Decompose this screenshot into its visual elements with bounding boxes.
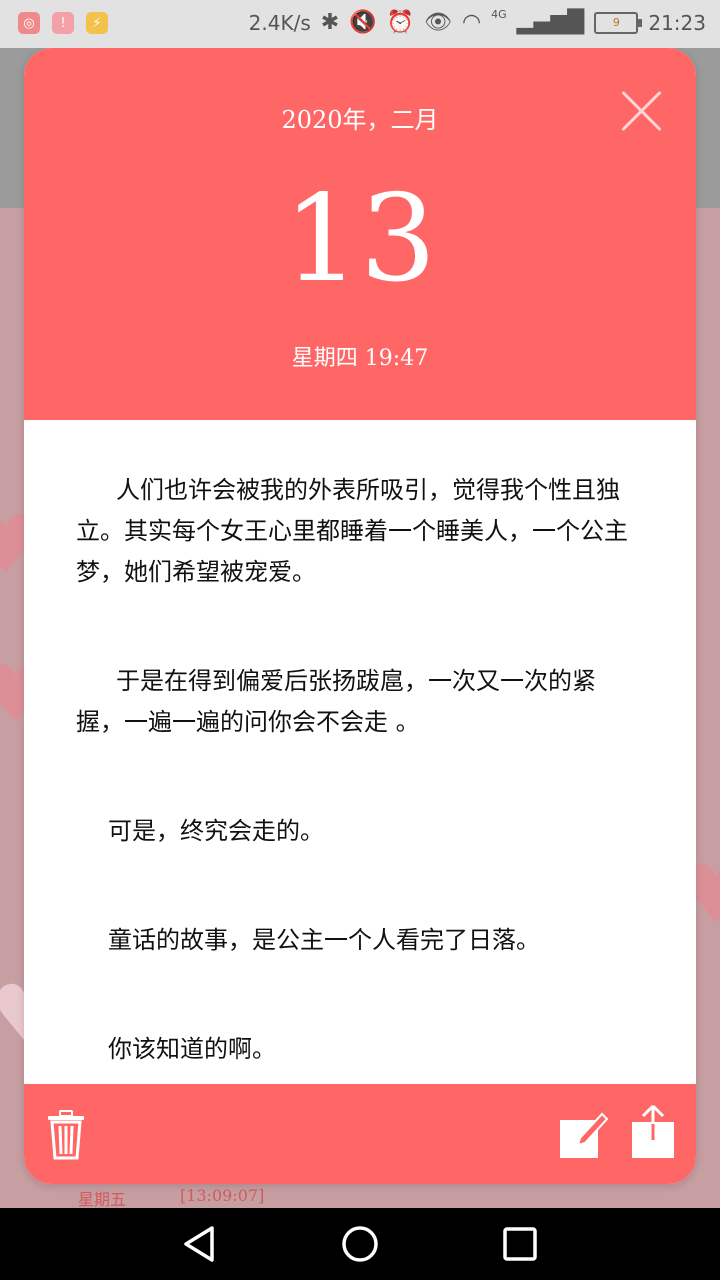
note-paragraph: 童话的故事，是公主一个人看完了日落。 (108, 926, 540, 954)
net-speed: 2.4K/s (248, 10, 311, 35)
note-paragraph: 人们也许会被我的外表所吸引，觉得我个性且独立。其实每个女王心里都睡着一个睡美人，… (76, 476, 628, 586)
date-header: 2020年，二月 13 星期四 19:47 (24, 48, 696, 420)
share-icon[interactable] (630, 1104, 676, 1160)
bluetooth-icon: ✱ (320, 10, 340, 35)
system-status: 2.4K/s ✱ 🔇 ⏰ 👁 ◠ 4G ▂▄▆█ 9 21:23 (248, 8, 706, 35)
mute-icon: 🔇 (349, 10, 377, 35)
trash-icon[interactable] (46, 1110, 86, 1160)
note-paragraph: 于是在得到偏爱后张扬跋扈，一次又一次的紧握，一遍一遍的问你会不会走 。 (76, 667, 596, 736)
day-number: 13 (283, 170, 437, 309)
weekday-time: 星期四 19:47 (291, 346, 429, 371)
eye-icon: 👁 (424, 10, 452, 35)
close-icon[interactable] (620, 90, 662, 132)
signal-icon: ▂▄▆█ (516, 10, 585, 35)
background-time: [13:09:07] (180, 1186, 265, 1205)
note-detail-dialog: 2020年，二月 13 星期四 19:47 人们也许会被我的外表所吸引，觉得我个… (24, 48, 696, 1184)
notification-icons: ◎ ! ⚡ (18, 12, 108, 34)
alert-app-icon: ! (52, 12, 74, 34)
month-label: 2020年，二月 (281, 106, 439, 134)
action-bar (24, 1084, 696, 1184)
wifi-icon: ◠ (461, 10, 482, 35)
background-weekday: 星期五 (78, 1190, 127, 1209)
alarm-icon: ⏰ (386, 10, 414, 35)
note-paragraph: 你该知道的啊。 (108, 1035, 276, 1063)
battery-level: 9 (612, 15, 620, 29)
battery-icon: 9 (594, 11, 643, 34)
note-content: 人们也许会被我的外表所吸引，觉得我个性且独立。其实每个女王心里都睡着一个睡美人，… (24, 420, 696, 1084)
charging-app-icon: ⚡ (86, 12, 108, 34)
edit-icon[interactable] (558, 1108, 608, 1160)
back-icon[interactable] (180, 1224, 220, 1264)
status-bar: ◎ ! ⚡ 2.4K/s ✱ 🔇 ⏰ 👁 ◠ 4G ▂▄▆█ 9 21:23 (0, 0, 720, 48)
timer-app-icon: ◎ (18, 12, 40, 34)
network-type: 4G (491, 8, 507, 21)
recents-icon[interactable] (500, 1224, 540, 1264)
navigation-bar (0, 1208, 720, 1280)
home-icon[interactable] (340, 1224, 380, 1264)
clock: 21:23 (648, 10, 706, 35)
note-paragraph: 可是，终究会走的。 (108, 817, 324, 845)
